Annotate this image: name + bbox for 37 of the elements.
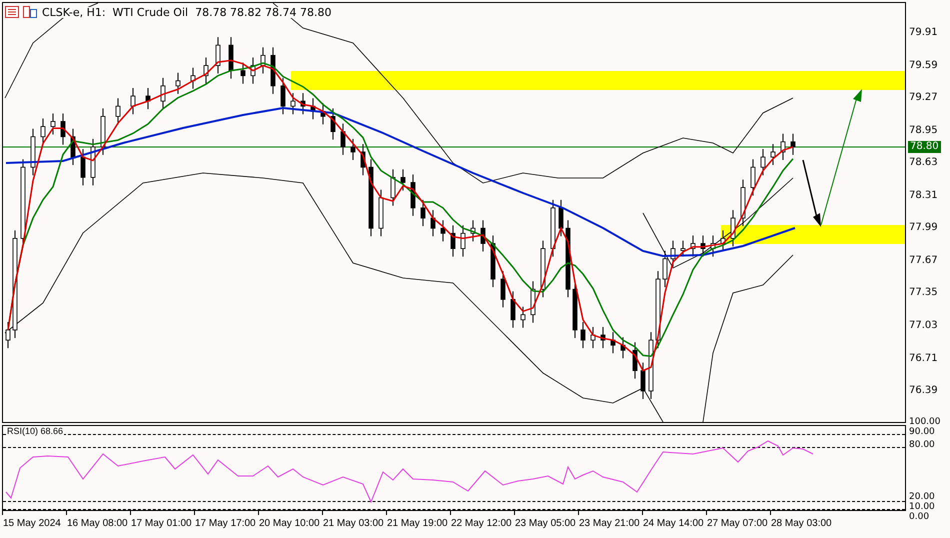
rsi-axis-label: 80.00 (909, 441, 935, 450)
rsi-label: RSI(10) 68.66 (6, 427, 64, 436)
time-axis-label: 17 May 17:00 (195, 519, 256, 529)
rsi-axis-label: 10.00 (909, 503, 935, 512)
down-arrow (802, 160, 821, 227)
price-axis-label: 78.95 (909, 126, 938, 136)
time-axis-label: 21 May 19:00 (387, 519, 448, 529)
price-axis-label: 77.35 (909, 288, 938, 298)
price-axis-label: 78.63 (909, 158, 938, 168)
rsi-axis-label: 90.00 (909, 428, 935, 437)
price-axis-label: 79.91 (909, 28, 938, 38)
time-axis-label: 17 May 01:00 (131, 519, 192, 529)
time-axis-label: 23 May 05:00 (515, 519, 576, 529)
list-icon (5, 6, 19, 18)
chart-window-icon (23, 6, 37, 18)
price-axis-label: 77.03 (909, 320, 938, 331)
rsi-axis-label: 0.00 (909, 513, 930, 522)
time-axis-label: 16 May 08:00 (67, 519, 128, 529)
rsi-axis-label: 20.00 (909, 493, 935, 502)
symbol-title: CLSK-e, H1: WTI Crude Oil 78.78 78.82 78.74 78.80 (41, 6, 333, 18)
rsi-axis-label: 100.00 (909, 418, 940, 427)
time-axis-label: 22 May 12:00 (451, 519, 512, 529)
price-axis-label: 76.71 (909, 354, 938, 364)
time-axis-label: 28 May 03:00 (771, 519, 832, 529)
time-axis-label: 24 May 14:00 (643, 519, 704, 529)
current-price-label: 78.80 (908, 141, 941, 153)
price-axis-label: 76.39 (909, 386, 938, 396)
time-axis-label: 15 May 2024 (3, 519, 61, 529)
time-axis-label: 20 May 10:00 (259, 519, 320, 529)
time-axis-label: 21 May 03:00 (323, 519, 384, 529)
price-axis-label: 79.27 (909, 93, 938, 104)
price-axis-label: 79.59 (909, 60, 938, 71)
price-axis-label: 77.99 (909, 223, 938, 234)
time-axis-label: 23 May 21:00 (579, 519, 640, 529)
price-axis-label: 77.67 (909, 256, 938, 266)
price-axis-label: 78.31 (909, 190, 938, 201)
time-axis-label: 27 May 07:00 (707, 519, 768, 529)
